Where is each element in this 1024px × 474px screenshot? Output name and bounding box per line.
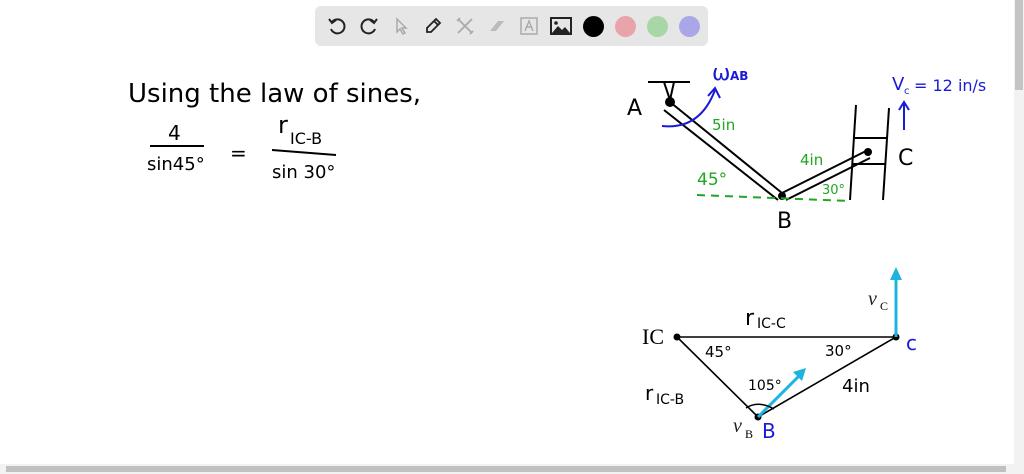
omega-label: ω — [712, 61, 730, 86]
length-bc-triangle: 4in — [842, 376, 870, 397]
frac1-numerator: 4 — [168, 121, 181, 145]
angle-45: 45° — [697, 170, 727, 190]
vc-vector-label: v — [868, 288, 877, 310]
vertical-scrollbar[interactable] — [1014, 0, 1024, 464]
r-ic-b: r — [645, 381, 654, 405]
vb-vector-sub: B — [745, 427, 753, 441]
vertical-scroll-thumb[interactable] — [1015, 0, 1023, 90]
angle-c: 30° — [825, 342, 852, 360]
law-of-sines-notes: Using the law of sines, 4 sin45° = r IC-… — [128, 79, 421, 183]
length-bc: 4in — [800, 151, 823, 169]
frac1-denominator: sin45° — [147, 154, 205, 175]
label-c: C — [898, 146, 913, 171]
frac2-numerator-sub: IC-B — [290, 129, 322, 148]
omega-sub: AB — [730, 69, 748, 83]
r-ic-b-sub: IC-B — [656, 392, 684, 408]
vc-vector-sub: C — [880, 299, 888, 313]
label-b-triangle: B — [762, 419, 776, 443]
label-c-triangle: c — [906, 331, 917, 355]
horizontal-scroll-thumb[interactable] — [6, 466, 1006, 472]
notes-line1: Using the law of sines, — [128, 79, 421, 109]
frac2-numerator-r: r — [278, 111, 288, 139]
equals-sign: = — [230, 141, 247, 165]
whiteboard-canvas[interactable]: Using the law of sines, 4 sin45° = r IC-… — [0, 0, 1014, 464]
vc-value: = 12 in/s — [914, 76, 986, 95]
mechanism-diagram: A B C ω AB 5in 4in 45° 30° V c = 12 in/s — [627, 61, 986, 234]
r-ic-c: r — [745, 306, 755, 331]
length-ab: 5in — [712, 116, 735, 134]
label-b: B — [777, 209, 792, 234]
angle-b: 105° — [748, 378, 782, 394]
vc-sub: c — [904, 86, 910, 97]
label-ic: IC — [642, 324, 664, 349]
angle-30: 30° — [822, 183, 845, 198]
r-ic-c-sub: IC-C — [757, 316, 786, 332]
instant-center-triangle: IC c B r IC-C r IC-B 45° 30° 105° 4in v … — [642, 267, 917, 443]
label-a: A — [627, 96, 642, 121]
horizontal-scrollbar[interactable] — [0, 464, 1024, 474]
vb-vector-label: v — [733, 415, 742, 437]
frac2-denominator: sin 30° — [272, 162, 335, 183]
angle-ic: 45° — [705, 343, 732, 361]
